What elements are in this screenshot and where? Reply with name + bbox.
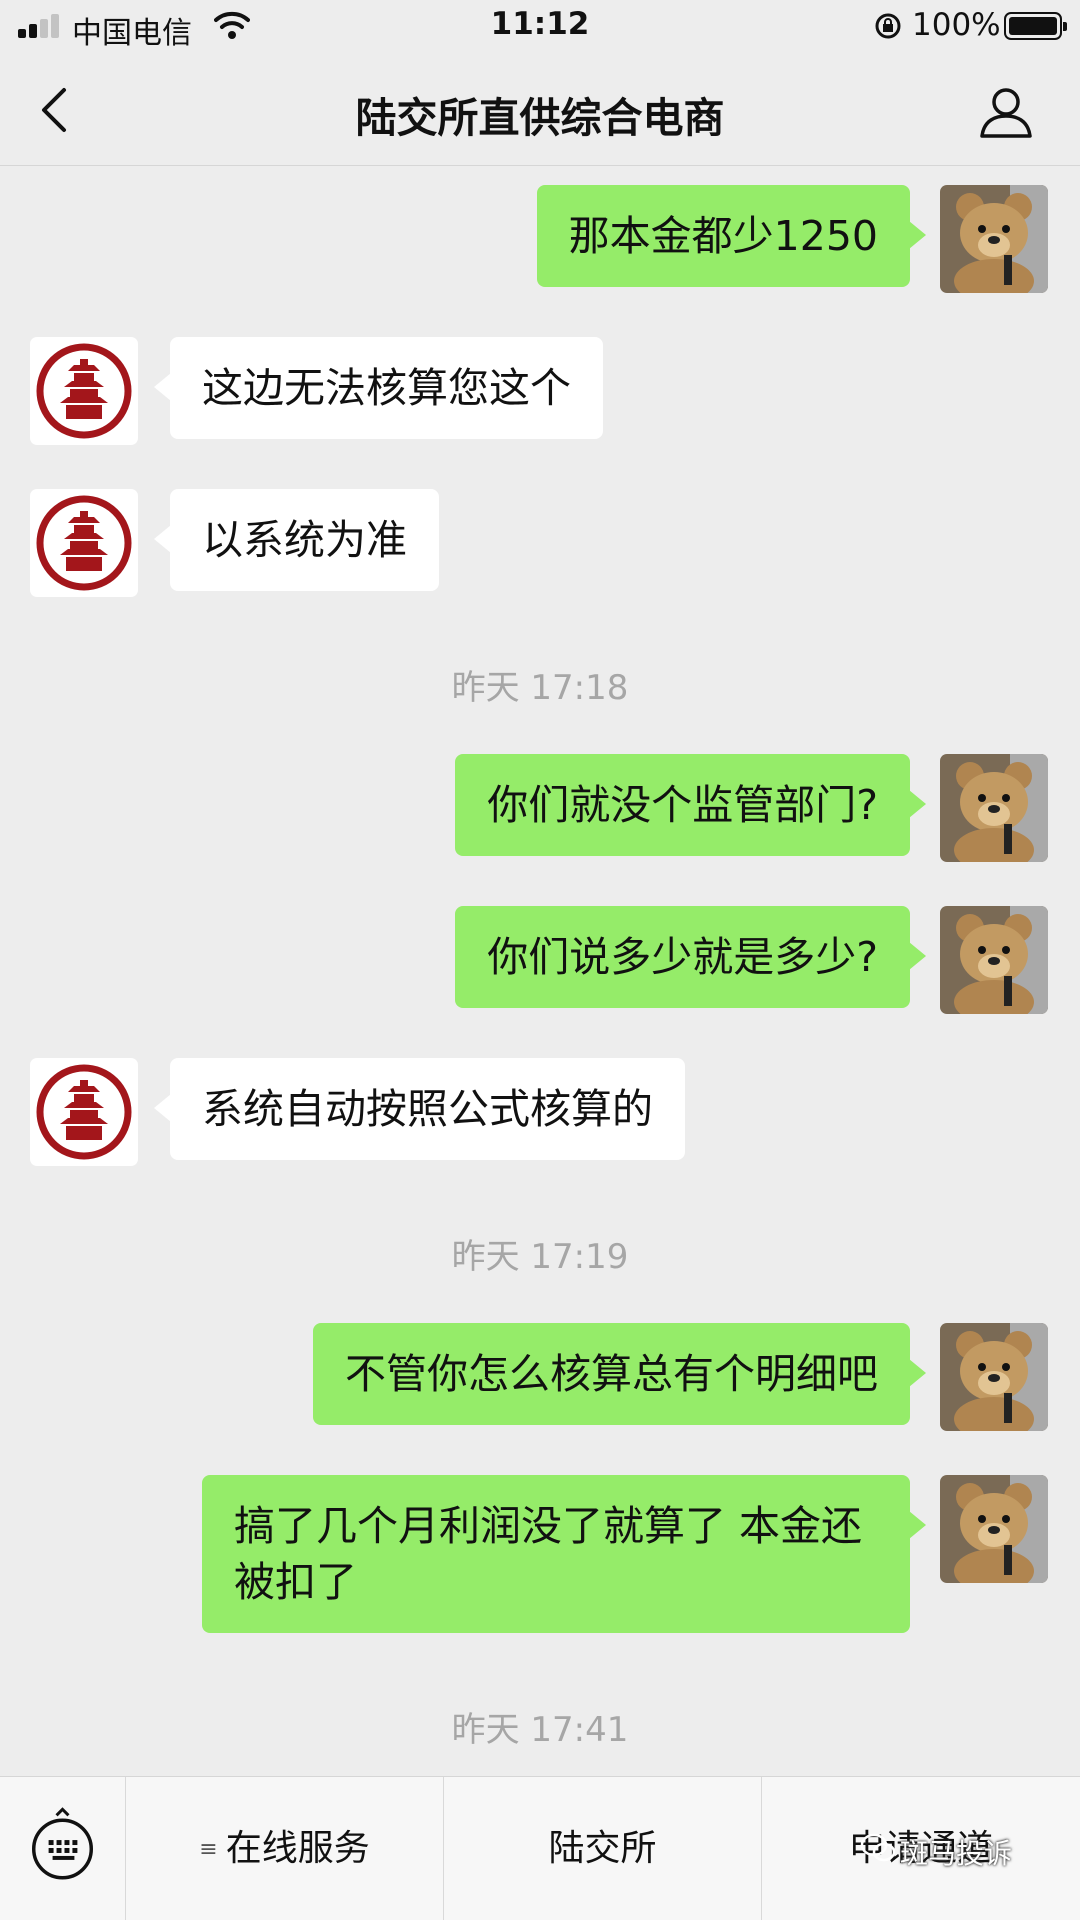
pagoda-logo-icon (36, 1064, 132, 1160)
chat-timestamp: 昨天 17:18 (451, 668, 629, 708)
user-avatar[interactable] (940, 1475, 1048, 1583)
nav-bar: 陆交所直供综合电商 (0, 54, 1080, 166)
merchant-avatar[interactable] (30, 337, 138, 445)
person-icon[interactable] (976, 82, 1036, 142)
rotation-lock-icon (875, 13, 901, 39)
user-avatar[interactable] (940, 754, 1048, 862)
merchant-avatar[interactable] (30, 1058, 138, 1166)
teddy-bear-icon (940, 906, 1048, 1014)
merchant-avatar[interactable] (30, 489, 138, 597)
battery-percent: 100% (912, 7, 1001, 43)
teddy-bear-icon (940, 754, 1048, 862)
message-bubble-outgoing[interactable]: 你们说多少就是多少? (455, 906, 926, 1008)
chat-timestamp: 昨天 17:19 (451, 1237, 629, 1277)
message-bubble-incoming[interactable]: 以系统为准 (154, 489, 439, 591)
pagoda-logo-icon (36, 343, 132, 439)
teddy-bear-icon (940, 1323, 1048, 1431)
message-bubble-incoming[interactable]: 这边无法核算您这个 (154, 337, 603, 439)
battery-icon (1004, 12, 1067, 40)
menu-item-label: 在线服务 (225, 1828, 370, 1869)
submenu-lines-icon: ≡ (199, 1837, 218, 1862)
teddy-bear-icon (940, 1475, 1048, 1583)
status-bar: 中国电信 11:12 100% (0, 0, 1080, 54)
menu-lujiaosuo[interactable]: 陆交所 (444, 1777, 762, 1920)
message-bubble-outgoing[interactable]: 那本金都少1250 (536, 185, 927, 287)
message-bubble-outgoing[interactable]: 你们就没个监管部门? (455, 754, 926, 856)
user-avatar[interactable] (940, 185, 1048, 293)
teddy-bear-icon (940, 185, 1048, 293)
message-bubble-outgoing[interactable]: 搞了几个月利润没了就算了 本金还被扣了 (202, 1475, 926, 1633)
menu-online-service[interactable]: ≡ 在线服务 (126, 1777, 444, 1920)
message-bubble-incoming[interactable]: 系统自动按照公式核算的 (154, 1058, 685, 1160)
page-title: 陆交所直供综合电商 (355, 94, 725, 142)
chat-timestamp: 昨天 17:41 (451, 1710, 629, 1750)
keyboard-icon[interactable] (0, 1777, 126, 1920)
menu-item-label: 陆交所 (548, 1828, 657, 1869)
user-avatar[interactable] (940, 1323, 1048, 1431)
user-avatar[interactable] (940, 906, 1048, 1014)
wechat-logo-icon (860, 1833, 896, 1862)
watermark-text: 斑马投诉 (900, 1837, 1013, 1870)
message-bubble-outgoing[interactable]: 不管你怎么核算总有个明细吧 (313, 1323, 926, 1425)
pagoda-logo-icon (36, 495, 132, 591)
